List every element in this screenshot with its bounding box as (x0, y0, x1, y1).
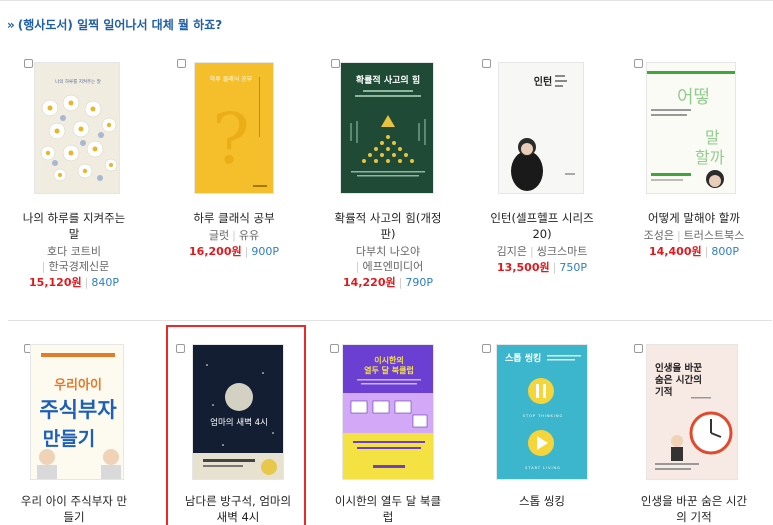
select-checkbox[interactable] (176, 344, 185, 353)
svg-text:만들기: 만들기 (43, 428, 95, 450)
book-publisher-line: | 에프엔미디어 (355, 260, 424, 273)
book-price: 16,200원 | 900P (189, 245, 279, 258)
select-checkbox[interactable] (634, 344, 643, 353)
book-author-publisher: 조성은 | 트러스트북스 (643, 229, 745, 242)
select-checkbox[interactable] (177, 59, 186, 68)
svg-text:나의 하루를 지켜주는 말: 나의 하루를 지켜주는 말 (55, 78, 101, 85)
svg-text:어떻: 어떻 (677, 87, 710, 108)
book-info: 하루 클래식 공부 글럿 | 유유 16,200원 | 900P (164, 210, 304, 259)
book-title[interactable]: 이시한의 열두 달 북클 럽 (318, 493, 458, 525)
book-author-publisher: 김지은 | 씽크스마트 (496, 245, 588, 258)
top-border (0, 0, 773, 1)
svg-text:이시한의: 이시한의 (374, 355, 403, 365)
svg-text:START LIVING: START LIVING (525, 466, 561, 470)
book-price: 14,400원 | 800P (649, 245, 739, 258)
book-cover[interactable]: 하루 클래식 공부 ? (194, 62, 274, 194)
select-checkbox[interactable] (330, 344, 339, 353)
book-item[interactable]: 인턴 인턴(셀프헬프 시리즈 20) 김지은 | 씽크스마트 13,500원 | 750… (472, 55, 612, 295)
book-item[interactable]: 하루 클래식 공부 ? 하루 클래식 공부 글럿 | 유유 16,200원 | 900P (164, 55, 304, 295)
book-title[interactable]: 인턴(셀프헬프 시리즈 20) (472, 210, 612, 242)
book-cover[interactable]: 나의 하루를 지켜주는 말 (34, 62, 120, 194)
svg-text:주식부자: 주식부자 (39, 398, 117, 422)
chevron-right-icon: » (7, 18, 15, 32)
svg-text:?: ? (212, 98, 250, 180)
select-checkbox[interactable] (482, 344, 491, 353)
select-checkbox[interactable] (482, 59, 491, 68)
book-publisher[interactable]: 유유 (239, 229, 259, 242)
book-publisher[interactable]: 한국경제신문 (48, 260, 109, 273)
svg-text:할까: 할까 (695, 148, 725, 167)
svg-text:인턴: 인턴 (534, 75, 552, 88)
book-title[interactable]: 우리 아이 주식부자 만 들기 (4, 493, 144, 525)
book-price: 15,120원 | 840P (29, 276, 119, 289)
book-info: 남다른 방구석, 엄마의 새벽 4시 (168, 493, 308, 525)
book-title[interactable]: 인생을 바꾼 숨은 시간 의 기적 (624, 493, 764, 525)
book-cover[interactable]: 우리아이 주식부자 만들기 (30, 344, 124, 480)
svg-text:스톱 씽킹: 스톱 씽킹 (505, 352, 541, 364)
book-author[interactable]: 호다 코트비 (4, 244, 144, 259)
book-author[interactable]: 글럿 (209, 229, 229, 242)
book-item[interactable]: 나의 하루를 지켜주는 말 나의 하루를 지켜주는 말 호다 코트비 | 한국경제… (4, 55, 144, 295)
book-price: 14,220원 | 790P (343, 276, 433, 289)
book-item[interactable]: 이시한의 열두 달 북클럽 이시한의 열두 달 북클 럽 (318, 340, 458, 525)
book-publisher[interactable]: 씽크스마트 (537, 245, 588, 258)
book-info: 이시한의 열두 달 북클 럽 (318, 493, 458, 525)
book-info: 스톱 씽킹 (472, 493, 612, 509)
book-item[interactable]: 확률적 사고의 힘 확률적 사고의 힘(개정 판) 다부치 나오야 | 에프엔미디… (318, 55, 458, 295)
book-item[interactable]: 어떻 말 할까 어떻게 말해야 할까 조성은 | 트러스트북스 14,400원 | 80… (624, 55, 764, 295)
section-title: » (행사도서) 일찍 일어나서 대체 뭘 하죠? (7, 16, 222, 33)
svg-text:우리아이: 우리아이 (54, 377, 102, 393)
book-info: 확률적 사고의 힘(개정 판) 다부치 나오야 | 에프엔미디어 14,220원 |… (318, 210, 458, 290)
book-info: 어떻게 말해야 할까 조성은 | 트러스트북스 14,400원 | 800P (624, 210, 764, 259)
book-author[interactable]: 조성은 (644, 229, 674, 242)
svg-text:확률적 사고의 힘: 확률적 사고의 힘 (356, 74, 420, 86)
book-publisher-line: | 한국경제신문 (41, 260, 110, 273)
select-checkbox[interactable] (331, 59, 340, 68)
svg-text:열두 달 북클럽: 열두 달 북클럽 (364, 365, 414, 375)
book-info: 인턴(셀프헬프 시리즈 20) 김지은 | 씽크스마트 13,500원 | 750P (472, 210, 612, 275)
book-author[interactable]: 다부치 나오야 (318, 244, 458, 259)
book-author-publisher: 글럿 | 유유 (208, 229, 260, 242)
svg-text:말: 말 (705, 128, 720, 147)
book-title[interactable]: 남다른 방구석, 엄마의 새벽 4시 (168, 493, 308, 525)
book-author[interactable]: 김지은 (497, 245, 527, 258)
book-price: 13,500원 | 750P (497, 261, 587, 274)
svg-text:기적: 기적 (655, 386, 672, 398)
select-checkbox[interactable] (24, 59, 33, 68)
book-info: 우리 아이 주식부자 만 들기 (4, 493, 144, 525)
book-item[interactable]: 인생을 바꾼 숨은 시간의 기적 인생을 바꾼 숨은 시간 의 기적 (624, 340, 764, 525)
section-title-text: (행사도서) 일찍 일어나서 대체 뭘 하죠? (17, 18, 223, 32)
book-title[interactable]: 나의 하루를 지켜주는 말 (4, 210, 144, 242)
svg-text:하루 클래식 공부: 하루 클래식 공부 (210, 75, 253, 83)
book-item[interactable]: 우리아이 주식부자 만들기 우리 아이 주식부자 만 들기 (4, 340, 144, 525)
book-cover[interactable]: 스톱 씽킹 STOP THINKING START LIVING (496, 344, 588, 480)
svg-text:엄마의 새벽 4시: 엄마의 새벽 4시 (210, 417, 268, 428)
svg-text:STOP THINKING: STOP THINKING (523, 414, 563, 418)
book-item[interactable]: 스톱 씽킹 STOP THINKING START LIVING 스톱 씽킹 (472, 340, 612, 525)
book-cover[interactable]: 인생을 바꾼 숨은 시간의 기적 (646, 344, 738, 480)
book-cover[interactable]: 어떻 말 할까 (646, 62, 736, 194)
book-cover[interactable]: 확률적 사고의 힘 (340, 62, 434, 194)
select-checkbox[interactable] (634, 59, 643, 68)
svg-text:숨은 시간의: 숨은 시간의 (655, 374, 702, 386)
book-title[interactable]: 하루 클래식 공부 (164, 210, 304, 226)
book-info: 인생을 바꾼 숨은 시간 의 기적 (624, 493, 764, 525)
book-publisher[interactable]: 트러스트북스 (684, 229, 745, 242)
book-title[interactable]: 스톱 씽킹 (472, 493, 612, 509)
book-cover[interactable]: 이시한의 열두 달 북클럽 (342, 344, 434, 480)
book-cover[interactable]: 인턴 (498, 62, 584, 194)
book-publisher[interactable]: 에프엔미디어 (362, 260, 423, 273)
book-cover[interactable]: 엄마의 새벽 4시 (192, 344, 284, 480)
book-item[interactable]: 엄마의 새벽 4시 남다른 방구석, 엄마의 새벽 4시 (168, 340, 308, 525)
svg-text:인생을 바꾼: 인생을 바꾼 (655, 362, 702, 374)
book-info: 나의 하루를 지켜주는 말 호다 코트비 | 한국경제신문 15,120원 | 840… (4, 210, 144, 290)
book-title[interactable]: 어떻게 말해야 할까 (624, 210, 764, 226)
book-title[interactable]: 확률적 사고의 힘(개정 판) (318, 210, 458, 242)
row-divider (8, 320, 772, 321)
